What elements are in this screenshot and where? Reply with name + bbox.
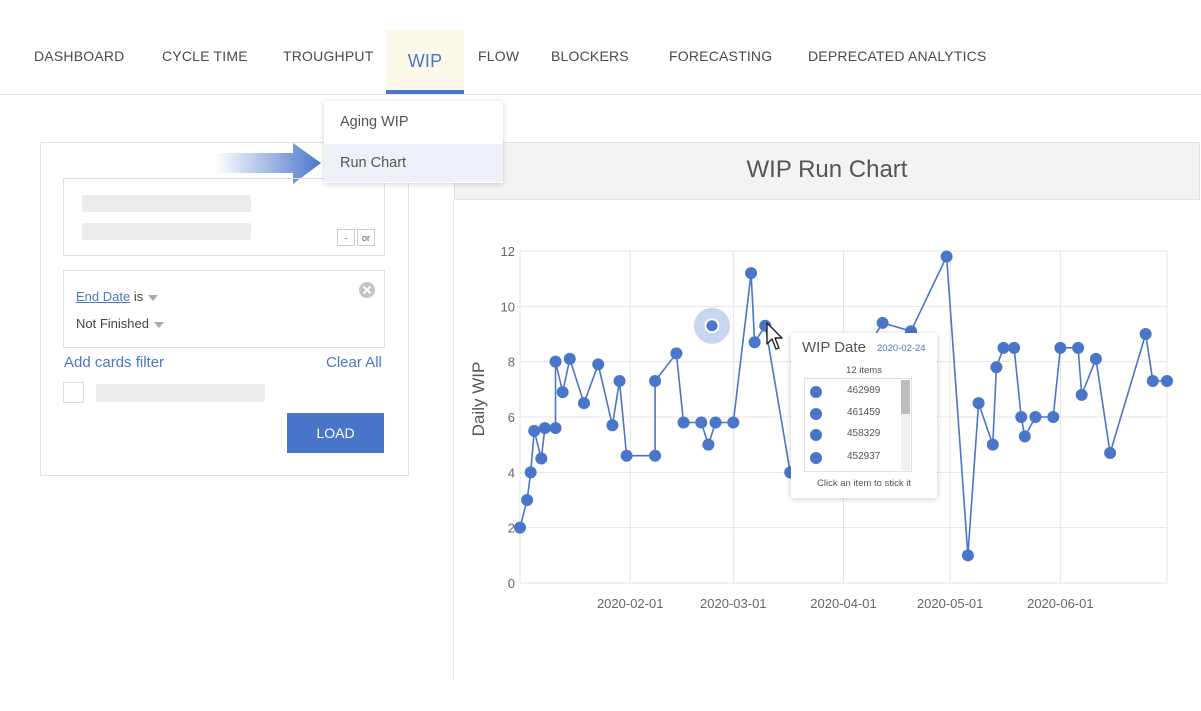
data-point (1029, 411, 1042, 423)
y-tick-label: 4 (508, 465, 515, 480)
data-point (997, 341, 1010, 354)
highlighted-data-point (704, 318, 720, 334)
y-axis-label: Daily WIP (469, 362, 488, 437)
tooltip-item-id: 461459 (847, 407, 881, 418)
data-point (549, 355, 562, 368)
tooltip-hint: Click an item to stick it (817, 478, 911, 489)
data-point (972, 397, 985, 410)
x-tick-label: 2020-02-01 (597, 596, 664, 611)
y-tick-label: 6 (508, 410, 515, 425)
data-point (1072, 341, 1085, 354)
tooltip-item[interactable]: 461459 (805, 403, 895, 425)
y-tick-label: 8 (508, 355, 515, 370)
item-dot-icon (810, 429, 822, 441)
data-point (535, 452, 548, 465)
data-point (1104, 446, 1117, 459)
data-point (677, 416, 690, 429)
tooltip-item-id: 452937 (847, 451, 881, 462)
x-tick-label: 2020-05-01 (917, 596, 984, 611)
wip-tooltip: WIP Date 2020-02-24 12 items 462989 4614… (791, 333, 937, 498)
data-point (524, 466, 537, 479)
item-dot-icon (810, 452, 822, 464)
data-point (649, 375, 662, 388)
data-point (702, 438, 715, 451)
data-point (563, 352, 576, 365)
tooltip-date: 2020-02-24 (877, 343, 926, 354)
x-tick-label: 2020-03-01 (700, 596, 767, 611)
data-point (556, 386, 569, 399)
data-point (613, 375, 626, 388)
mouse-cursor-icon (766, 322, 783, 350)
data-point (961, 549, 974, 562)
data-point (1089, 352, 1102, 365)
y-tick-label: 0 (508, 576, 515, 591)
data-point (1018, 430, 1031, 443)
data-point (649, 449, 662, 462)
tooltip-count: 12 items (846, 365, 882, 376)
data-point (592, 358, 605, 371)
data-point (940, 250, 953, 263)
data-point (986, 438, 999, 451)
data-point (990, 361, 1003, 374)
tooltip-title: WIP Date (802, 339, 866, 356)
data-point (549, 422, 562, 435)
item-dot-icon (810, 386, 822, 398)
x-tick-label: 2020-06-01 (1027, 596, 1094, 611)
data-point (1161, 375, 1173, 388)
data-point (1054, 341, 1067, 354)
y-tick-label: 10 (501, 299, 515, 314)
scrollbar-track[interactable] (901, 380, 910, 470)
data-point (577, 397, 590, 410)
data-point (745, 267, 758, 280)
wip-dropdown-menu: Aging WIP Run Chart (324, 101, 503, 183)
data-point (727, 416, 740, 429)
tooltip-item[interactable]: 458329 (805, 424, 895, 446)
data-point (521, 494, 534, 506)
data-point (670, 347, 683, 360)
data-point (709, 416, 722, 429)
tooltip-item-id: 462989 (847, 385, 881, 396)
data-point (876, 316, 889, 329)
data-point (1008, 341, 1021, 354)
data-point (538, 422, 551, 435)
wip-run-chart: 0 2 4 6 8 10 12 2020-02-01 2020-03-01 2020-04-01 2… (469, 244, 1173, 611)
x-tick-label: 2020-04-01 (810, 596, 877, 611)
data-point (528, 424, 541, 437)
tooltip-item[interactable]: 462989 (805, 381, 895, 403)
menu-item-run-chart[interactable]: Run Chart (324, 144, 503, 182)
data-point (748, 336, 761, 349)
data-point (514, 521, 526, 534)
data-point (1146, 375, 1159, 388)
y-tick-label: 2 (508, 521, 515, 536)
scrollbar-thumb[interactable] (901, 380, 910, 414)
data-point (1139, 328, 1152, 340)
data-point (1047, 411, 1060, 423)
data-point (1015, 411, 1028, 423)
data-point (606, 419, 619, 432)
data-point (695, 416, 708, 429)
y-tick-label: 12 (501, 244, 515, 259)
data-point (1075, 388, 1088, 401)
tooltip-item-id: 458329 (847, 428, 881, 439)
tooltip-item[interactable]: 452937 (805, 447, 895, 469)
data-point (620, 449, 633, 462)
item-dot-icon (810, 408, 822, 420)
menu-item-aging-wip[interactable]: Aging WIP (324, 103, 503, 141)
